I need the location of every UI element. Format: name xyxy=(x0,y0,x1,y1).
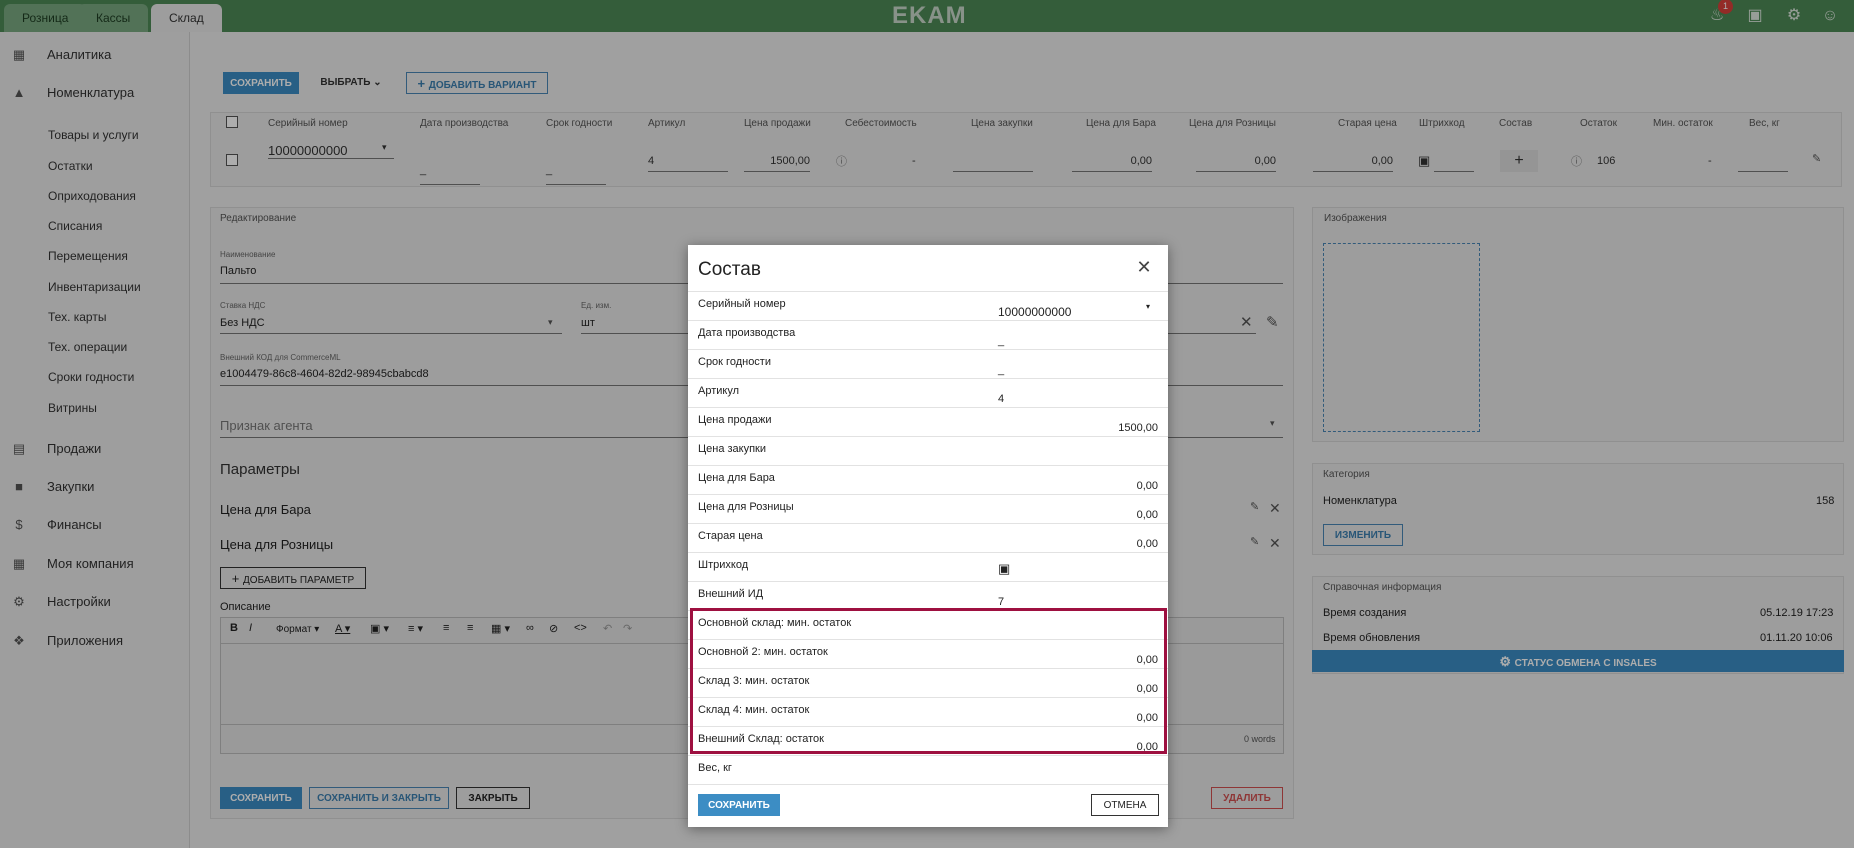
modal-row-weight: Вес, кг xyxy=(688,755,1168,785)
barcode-scan-icon[interactable]: ▣ xyxy=(998,561,1010,577)
purchase-price-input[interactable] xyxy=(998,451,1158,463)
serial-select[interactable]: 10000000000 xyxy=(998,306,1158,318)
bar-price-input[interactable]: 0,00 xyxy=(998,480,1158,492)
modal-row-purchase-price: Цена закупки xyxy=(688,436,1168,466)
modal-cancel-button[interactable]: ОТМЕНА xyxy=(1091,794,1159,816)
retail-price-input[interactable]: 0,00 xyxy=(998,509,1158,521)
chevron-down-icon: ▾ xyxy=(1146,302,1151,311)
barcode-input[interactable] xyxy=(1014,567,1158,579)
expiry-input[interactable]: _ xyxy=(998,364,1158,376)
modal-row-expiry: Срок годности _ xyxy=(688,349,1168,379)
modal-row-sale-price: Цена продажи 1500,00 xyxy=(688,407,1168,437)
modal-row-barcode: Штрихкод ▣ xyxy=(688,552,1168,582)
close-icon[interactable]: ✕ xyxy=(1132,255,1156,279)
article-input[interactable]: 4 xyxy=(998,393,1158,405)
modal-row-external-id: Внешний ИД 7 xyxy=(688,581,1168,610)
highlight-frame xyxy=(690,608,1167,754)
modal-title: Состав xyxy=(698,259,761,280)
old-price-input[interactable]: 0,00 xyxy=(998,538,1158,550)
modal-row-serial: Серийный номер 10000000000 ▾ xyxy=(688,291,1168,321)
sale-price-input[interactable]: 1500,00 xyxy=(998,422,1158,434)
modal-row-bar-price: Цена для Бара 0,00 xyxy=(688,465,1168,495)
weight-input[interactable] xyxy=(998,770,1158,782)
modal-row-article: Артикул 4 xyxy=(688,378,1168,408)
prod-date-input[interactable]: _ xyxy=(998,335,1158,347)
modal-row-old-price: Старая цена 0,00 xyxy=(688,523,1168,553)
modal-row-prod-date: Дата производства _ xyxy=(688,320,1168,350)
modal-row-retail-price: Цена для Розницы 0,00 xyxy=(688,494,1168,524)
modal-save-button[interactable]: СОХРАНИТЬ xyxy=(698,794,780,816)
external-id-value: 7 xyxy=(998,596,1005,608)
